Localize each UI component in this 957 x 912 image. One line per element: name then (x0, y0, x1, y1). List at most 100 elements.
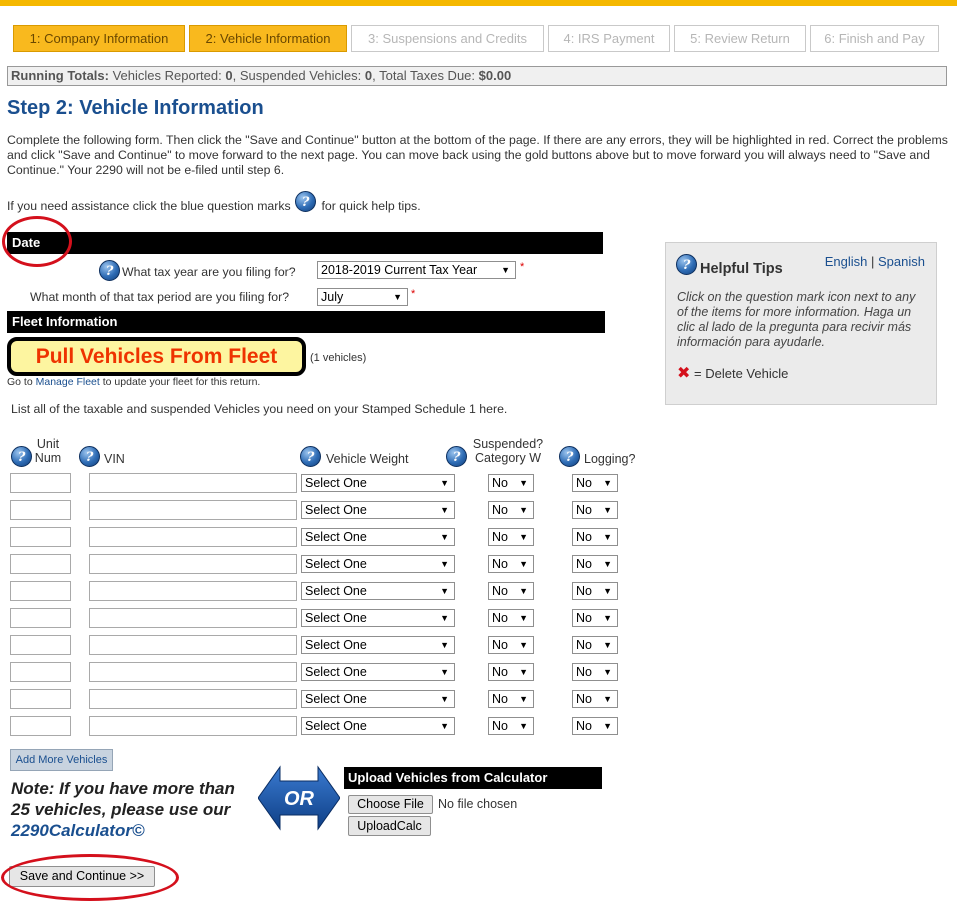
tax-year-select[interactable]: 2018-2019 Current Tax Year ▼ (317, 261, 516, 279)
calculator-note: Note: If you have more than 25 vehicles,… (11, 778, 256, 841)
date-section-header: Date (7, 232, 603, 254)
unit-num-input[interactable] (10, 689, 71, 709)
vin-input[interactable] (89, 473, 297, 493)
suspended-select[interactable]: No ▼ (488, 690, 534, 708)
dropdown-arrow-icon: ▼ (603, 532, 612, 542)
help-question-icon[interactable]: ? (446, 446, 467, 467)
logging-select[interactable]: No ▼ (572, 663, 618, 681)
vin-input[interactable] (89, 662, 297, 682)
vin-input[interactable] (89, 608, 297, 628)
manage-fleet-link[interactable]: Manage Fleet (36, 376, 100, 388)
english-link[interactable]: English (825, 254, 868, 269)
suspended-select[interactable]: No ▼ (488, 474, 534, 492)
vin-input[interactable] (89, 581, 297, 601)
logging-select[interactable]: No ▼ (572, 555, 618, 573)
suspended-select[interactable]: No ▼ (488, 609, 534, 627)
vehicle-weight-select[interactable]: Select One ▼ (301, 717, 455, 735)
vin-input[interactable] (89, 689, 297, 709)
vehicle-weight-select[interactable]: Select One ▼ (301, 528, 455, 546)
suspended-select[interactable]: No ▼ (488, 717, 534, 735)
intro-text: Complete the following form. Then click … (7, 133, 948, 177)
tab-finish-pay[interactable]: 6: Finish and Pay (810, 25, 939, 52)
list-instructions: List all of the taxable and suspended Ve… (11, 402, 508, 416)
unit-num-input[interactable] (10, 500, 71, 520)
vehicle-weight-select[interactable]: Select One ▼ (301, 555, 455, 573)
dropdown-arrow-icon: ▼ (440, 721, 449, 731)
logging-select[interactable]: No ▼ (572, 474, 618, 492)
unit-num-input[interactable] (10, 662, 71, 682)
dropdown-arrow-icon: ▼ (603, 613, 612, 623)
dropdown-arrow-icon: ▼ (519, 505, 528, 515)
vin-input[interactable] (89, 635, 297, 655)
vehicle-weight-select[interactable]: Select One ▼ (301, 636, 455, 654)
vehicle-weight-select[interactable]: Select One ▼ (301, 663, 455, 681)
suspended-select-value: No (492, 611, 508, 625)
month-select[interactable]: July ▼ (317, 288, 408, 306)
vehicle-weight-select[interactable]: Select One ▼ (301, 474, 455, 492)
dropdown-arrow-icon: ▼ (519, 586, 528, 596)
unit-num-input[interactable] (10, 473, 71, 493)
suspended-select[interactable]: No ▼ (488, 663, 534, 681)
dropdown-arrow-icon: ▼ (603, 586, 612, 596)
logging-select[interactable]: No ▼ (572, 636, 618, 654)
unit-num-input[interactable] (10, 608, 71, 628)
calculator-link[interactable]: 2290Calculator© (11, 821, 144, 840)
logging-select-value: No (576, 692, 592, 706)
vin-input[interactable] (89, 716, 297, 736)
suspended-select-value: No (492, 665, 508, 679)
upload-section-header: Upload Vehicles from Calculator (344, 767, 602, 789)
suspended-select[interactable]: No ▼ (488, 582, 534, 600)
spanish-link[interactable]: Spanish (878, 254, 925, 269)
tips-body: Click on the question mark icon next to … (677, 290, 916, 349)
choose-file-button[interactable]: Choose File (348, 795, 433, 814)
or-arrow-icon: OR (257, 765, 341, 834)
logging-select-value: No (576, 665, 592, 679)
help-question-icon[interactable]: ? (300, 446, 321, 467)
required-mark: * (411, 288, 416, 300)
vin-input[interactable] (89, 527, 297, 547)
vehicle-weight-select[interactable]: Select One ▼ (301, 582, 455, 600)
help-question-icon[interactable]: ? (11, 446, 32, 467)
logging-select[interactable]: No ▼ (572, 528, 618, 546)
help-question-icon[interactable]: ? (99, 260, 120, 281)
logging-select[interactable]: No ▼ (572, 717, 618, 735)
unit-num-input[interactable] (10, 527, 71, 547)
pull-vehicles-button[interactable]: Pull Vehicles From Fleet (7, 337, 306, 376)
suspended-select[interactable]: No ▼ (488, 555, 534, 573)
add-more-vehicles-button[interactable]: Add More Vehicles (10, 749, 113, 771)
unit-num-input[interactable] (10, 581, 71, 601)
logging-select[interactable]: No ▼ (572, 501, 618, 519)
vin-input[interactable] (89, 554, 297, 574)
suspended-select[interactable]: No ▼ (488, 636, 534, 654)
tab-review-return[interactable]: 5: Review Return (674, 25, 806, 52)
help-question-icon[interactable]: ? (295, 191, 317, 212)
vehicle-weight-select[interactable]: Select One ▼ (301, 690, 455, 708)
tab-company-information[interactable]: 1: Company Information (13, 25, 185, 52)
col-unit-num: Unit Num (34, 437, 62, 465)
dropdown-arrow-icon: ▼ (501, 265, 510, 275)
vehicle-weight-select-value: Select One (305, 665, 367, 679)
unit-num-input[interactable] (10, 635, 71, 655)
highlight-circle (2, 216, 72, 267)
unit-num-input[interactable] (10, 554, 71, 574)
dropdown-arrow-icon: ▼ (440, 505, 449, 515)
suspended-select[interactable]: No ▼ (488, 501, 534, 519)
vehicle-weight-select[interactable]: Select One ▼ (301, 501, 455, 519)
vin-input[interactable] (89, 500, 297, 520)
logging-select-value: No (576, 557, 592, 571)
vehicle-weight-select[interactable]: Select One ▼ (301, 609, 455, 627)
suspended-select[interactable]: No ▼ (488, 528, 534, 546)
logging-select[interactable]: No ▼ (572, 582, 618, 600)
tab-irs-payment[interactable]: 4: IRS Payment (548, 25, 670, 52)
tab-suspensions-credits[interactable]: 3: Suspensions and Credits (351, 25, 544, 52)
logging-select[interactable]: No ▼ (572, 690, 618, 708)
logging-select-value: No (576, 638, 592, 652)
tab-vehicle-information[interactable]: 2: Vehicle Information (189, 25, 347, 52)
unit-num-input[interactable] (10, 716, 71, 736)
help-question-icon[interactable]: ? (79, 446, 100, 467)
logging-select[interactable]: No ▼ (572, 609, 618, 627)
suspended-vehicles-label: Suspended Vehicles: (239, 68, 362, 83)
sep: , (372, 68, 376, 83)
upload-calc-button[interactable]: UploadCalc (348, 816, 431, 836)
help-question-icon[interactable]: ? (559, 446, 580, 467)
